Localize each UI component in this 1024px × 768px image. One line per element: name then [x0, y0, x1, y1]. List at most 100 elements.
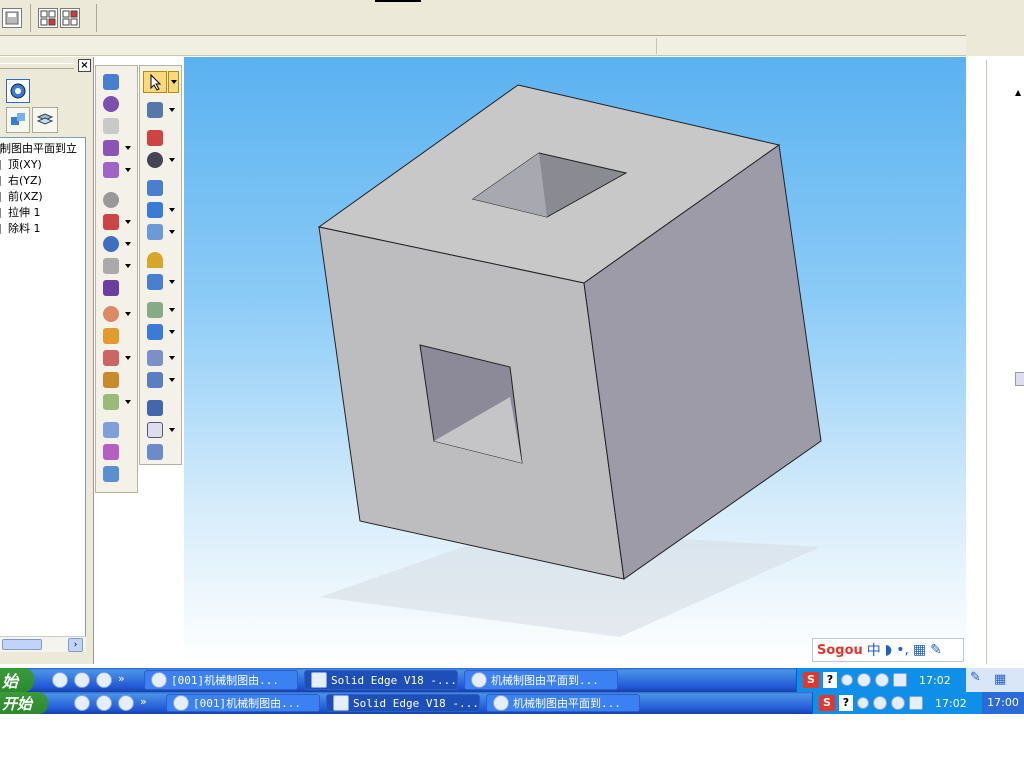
vertical-scrollbar[interactable]: ▲	[986, 60, 1024, 664]
assembly-tab-icon[interactable]	[6, 107, 30, 133]
tree-item-plane-front[interactable]: 前(XZ)	[0, 189, 85, 205]
clock-label[interactable]: 17:02	[935, 697, 967, 710]
sogou-tray-icon[interactable]: S	[819, 695, 835, 711]
tree-item-plane-top[interactable]: 顶(XY)	[0, 157, 85, 173]
blue-surface-icon[interactable]	[147, 444, 163, 460]
lip-tool-icon[interactable]	[103, 350, 119, 366]
thin-wall-tool-icon[interactable]	[103, 258, 119, 274]
back-tray-icon[interactable]	[857, 673, 871, 687]
dropdown-arrow-icon[interactable]	[125, 356, 131, 360]
ie-icon[interactable]	[74, 672, 90, 688]
tree-item-plane-right[interactable]: 右(YZ)	[0, 173, 85, 189]
loft-tool-icon[interactable]	[103, 162, 119, 178]
desktop-icon[interactable]	[74, 695, 90, 711]
dropdown-arrow-icon[interactable]	[125, 400, 131, 404]
grid-view-icon[interactable]	[38, 8, 58, 28]
desktop-icon[interactable]	[52, 672, 68, 688]
boolean-tool-icon[interactable]	[147, 372, 163, 388]
normal-cutout-icon[interactable]	[147, 302, 163, 318]
protrusion-tool-icon[interactable]	[147, 180, 163, 196]
thread-tool-icon[interactable]	[147, 324, 163, 340]
select-tool-button[interactable]	[143, 71, 167, 93]
scroll-up-icon[interactable]: ▲	[1015, 88, 1024, 98]
dropdown-arrow-icon[interactable]	[169, 108, 175, 112]
dropdown-arrow-icon[interactable]	[169, 356, 175, 360]
dropdown-arrow-icon[interactable]	[169, 280, 175, 284]
panel-grip[interactable]	[0, 63, 74, 69]
help-tray-icon[interactable]: ?	[823, 672, 837, 688]
revolve-tool-icon[interactable]	[103, 96, 119, 112]
draft-tool-icon[interactable]	[103, 236, 119, 252]
tree-item-part[interactable]: 制图由平面到立	[0, 141, 85, 157]
curve-tool-icon[interactable]	[147, 400, 163, 416]
scrollbar-thumb[interactable]	[1015, 372, 1024, 386]
ime-mode-toggle[interactable]: 中	[867, 640, 881, 660]
dropdown-arrow-icon[interactable]	[125, 168, 131, 172]
mirror-tool-icon[interactable]	[103, 444, 119, 460]
extrude-tool-icon[interactable]	[103, 74, 119, 90]
sketch-tool-icon[interactable]	[147, 102, 163, 118]
task-button-solidedge[interactable]: Solid Edge V18 -...	[304, 670, 458, 690]
dropdown-arrow-icon[interactable]	[125, 242, 131, 246]
vent-tool-icon[interactable]	[103, 394, 119, 410]
secondary-clock[interactable]: 17:00	[982, 692, 1024, 714]
task-button-solidedge[interactable]: Solid Edge V18 -...	[326, 694, 480, 712]
more-icon[interactable]: »	[140, 695, 147, 711]
close-panel-icon[interactable]: ×	[78, 59, 91, 72]
maxthon-tray-icon[interactable]	[891, 696, 905, 710]
ime-toolbar[interactable]: Sogou 中 ◗ •, ▦ ✎	[812, 638, 964, 662]
chamfer-tool-icon[interactable]	[103, 214, 119, 230]
swept-cutout-icon[interactable]	[147, 252, 163, 268]
clock-label[interactable]: 17:02	[919, 674, 951, 687]
dropdown-arrow-icon[interactable]	[169, 308, 175, 312]
rib-tool-icon[interactable]	[103, 328, 119, 344]
coordinate-system-icon[interactable]	[147, 152, 163, 168]
dropdown-arrow-icon[interactable]	[169, 158, 175, 162]
display-tray-icon[interactable]	[893, 673, 907, 687]
lofted-cutout-icon[interactable]	[147, 274, 163, 290]
dropdown-arrow-icon[interactable]	[169, 428, 175, 432]
revolved-protrusion-icon[interactable]	[147, 202, 163, 218]
keyboard-icon[interactable]: ▦	[994, 672, 1006, 687]
surface-tool-icon[interactable]	[147, 422, 163, 438]
grid-view-alt-icon[interactable]	[60, 8, 80, 28]
maxthon-icon[interactable]	[118, 695, 134, 711]
dropdown-arrow-icon[interactable]	[169, 230, 175, 234]
ie-icon[interactable]	[96, 695, 112, 711]
web-network-tool-icon[interactable]	[103, 372, 119, 388]
punctuation-icon[interactable]: •,	[896, 642, 909, 658]
horizontal-scrollbar[interactable]: ›	[0, 636, 86, 652]
sogou-tray-icon[interactable]: S	[803, 672, 819, 688]
3d-viewport[interactable]	[184, 57, 966, 664]
keyboard-icon[interactable]: ▦	[913, 642, 926, 658]
back-tray-icon[interactable]	[873, 696, 887, 710]
scrollbar-thumb[interactable]	[2, 639, 42, 650]
display-tray-icon[interactable]	[909, 696, 923, 710]
shell-tool-icon[interactable]	[103, 280, 119, 296]
help-tray-icon[interactable]: ?	[839, 695, 853, 711]
network-tray-icon[interactable]	[857, 697, 869, 709]
wrench-icon[interactable]: ✎	[930, 642, 942, 658]
select-tool-dropdown[interactable]	[168, 71, 179, 93]
helix-tool-icon[interactable]	[103, 306, 119, 322]
dropdown-arrow-icon[interactable]	[169, 208, 175, 212]
task-button-doc[interactable]: [001]机械制图由...	[144, 670, 298, 690]
network-tray-icon[interactable]	[841, 674, 853, 686]
tree-item-cutout[interactable]: 除料 1	[0, 221, 85, 237]
layers-tab-icon[interactable]	[32, 107, 58, 133]
pathfinder-tab-icon[interactable]	[6, 79, 30, 103]
dropdown-arrow-icon[interactable]	[125, 220, 131, 224]
save-icon[interactable]	[2, 8, 22, 28]
task-button-folder[interactable]: 机械制图由平面到...	[486, 694, 640, 712]
more-icon[interactable]: »	[118, 672, 125, 688]
start-button[interactable]: 始	[0, 668, 35, 692]
hole-tool-icon[interactable]	[103, 118, 119, 134]
dropdown-arrow-icon[interactable]	[125, 312, 131, 316]
tree-item-extrude[interactable]: 拉伸 1	[0, 205, 85, 221]
round-tool-icon[interactable]	[103, 192, 119, 208]
dropdown-arrow-icon[interactable]	[125, 146, 131, 150]
moon-icon[interactable]: ◗	[885, 642, 892, 658]
split-tool-icon[interactable]	[147, 350, 163, 366]
dropdown-arrow-icon[interactable]	[169, 330, 175, 334]
task-button-folder[interactable]: 机械制图由平面到...	[464, 670, 618, 690]
